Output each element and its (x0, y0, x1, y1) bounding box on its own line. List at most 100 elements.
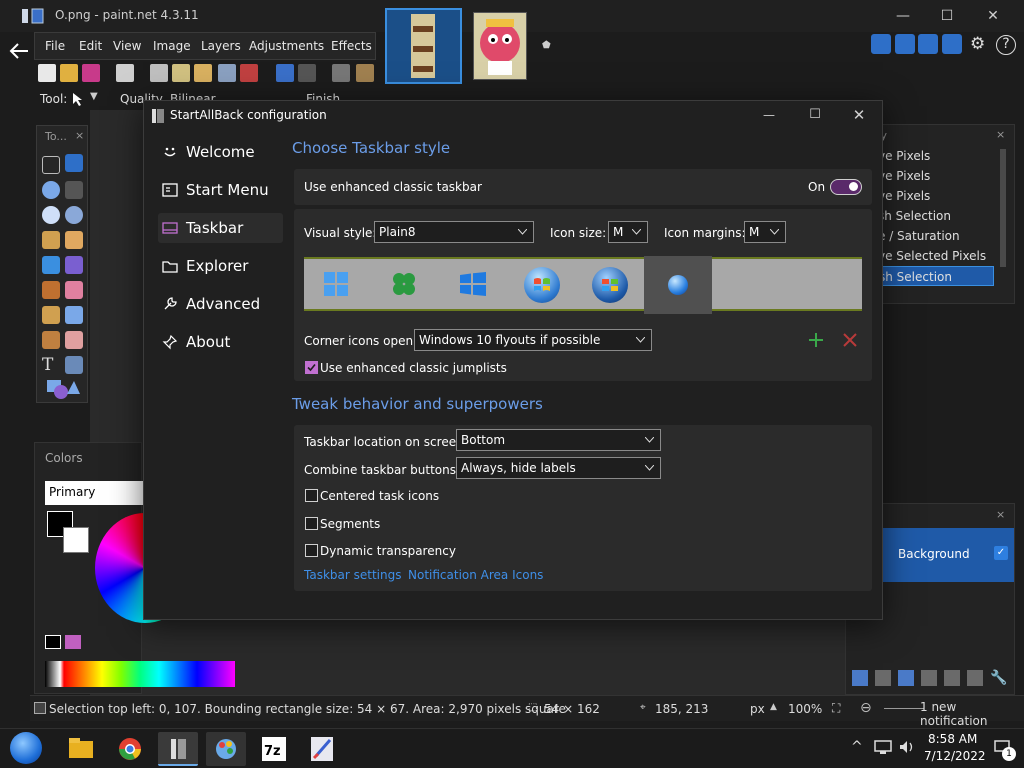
crop-icon[interactable] (218, 64, 236, 82)
help-icon[interactable]: ? (996, 35, 1016, 55)
layer-properties-icon[interactable]: 🔧 (990, 670, 1007, 686)
windows7-orb-icon[interactable] (524, 267, 560, 303)
nav-explorer[interactable]: Explorer (158, 251, 283, 281)
remove-orb-icon[interactable] (842, 332, 858, 348)
menu-adjustments[interactable]: Adjustments (249, 39, 324, 53)
layer-visible-checkbox[interactable]: ✓ (994, 546, 1008, 560)
grid-icon[interactable] (332, 64, 350, 82)
layers-window-icon[interactable] (918, 34, 938, 54)
chevron-down-icon[interactable]: ▼ (90, 91, 98, 102)
nav-taskbar-selected[interactable]: Taskbar (158, 213, 283, 243)
lasso-select-icon[interactable] (42, 181, 60, 199)
pin-icon[interactable]: ⬟ (542, 40, 551, 51)
back-arrow-icon[interactable] (8, 40, 34, 66)
rectangle-select-icon[interactable] (42, 156, 60, 174)
merge-layer-icon[interactable] (921, 670, 937, 686)
ruler-icon[interactable] (356, 64, 374, 82)
secondary-color-swatch[interactable] (63, 527, 89, 553)
zoom-level[interactable]: 100% (788, 702, 822, 716)
menu-effects[interactable]: Effects (331, 39, 372, 53)
recolor-icon[interactable] (65, 331, 83, 349)
dialog-minimize-button[interactable]: — (746, 103, 792, 127)
network-icon[interactable] (874, 739, 892, 755)
ellipse-select-icon[interactable] (42, 206, 60, 224)
primary-color-dropdown[interactable]: Primary (45, 481, 145, 505)
vista-orb-icon[interactable] (592, 267, 628, 303)
centered-icons-checkbox[interactable] (305, 489, 318, 502)
taskbar-location-dropdown[interactable]: Bottom (456, 429, 661, 451)
undo-icon[interactable] (276, 64, 294, 82)
save-icon[interactable] (82, 64, 100, 82)
gradient-icon[interactable] (65, 256, 83, 274)
chevron-up-icon[interactable]: ▲ (770, 702, 777, 712)
new-file-icon[interactable] (38, 64, 56, 82)
paste-icon[interactable] (194, 64, 212, 82)
move-selection-tool-icon[interactable] (70, 91, 90, 107)
icon-size-dropdown[interactable]: M (608, 221, 648, 243)
gear-icon[interactable]: ⚙ (970, 34, 990, 54)
palette-menu-icon[interactable] (65, 635, 81, 649)
icon-margins-dropdown[interactable]: M (744, 221, 786, 243)
startallback-taskbar-icon[interactable] (158, 732, 198, 766)
nav-about[interactable]: About (158, 327, 283, 357)
add-orb-icon[interactable] (808, 332, 824, 348)
clock-time[interactable]: 8:58 AM (928, 732, 977, 746)
dialog-maximize-button[interactable]: ☐ (792, 103, 838, 127)
history-window-icon[interactable] (895, 34, 915, 54)
unit-selector[interactable]: px (750, 702, 765, 716)
magic-wand-icon[interactable] (42, 231, 60, 249)
color-palette[interactable] (45, 661, 235, 687)
palette-icon[interactable] (45, 635, 61, 649)
minimize-button[interactable]: — (880, 4, 926, 28)
chevron-up-icon[interactable]: ^ (851, 739, 863, 755)
menu-layers[interactable]: Layers (201, 39, 241, 53)
taskbar-settings-link[interactable]: Taskbar settings (304, 568, 401, 582)
print-icon[interactable] (116, 64, 134, 82)
menu-image[interactable]: Image (153, 39, 191, 53)
redo-icon[interactable] (298, 64, 316, 82)
taskbar-style-preview[interactable] (304, 256, 862, 314)
move-selected-icon[interactable] (65, 154, 83, 172)
deselect-icon[interactable] (240, 64, 258, 82)
shapes-icon[interactable] (45, 378, 81, 400)
menu-edit[interactable]: Edit (79, 39, 102, 53)
colors-window-icon[interactable] (942, 34, 962, 54)
text-tool-icon[interactable]: T (42, 356, 60, 374)
clone-stamp-icon[interactable] (42, 331, 60, 349)
notification-area-icons-link[interactable]: Notification Area Icons (408, 568, 543, 582)
move-selection-icon[interactable] (65, 181, 83, 199)
eraser-icon[interactable] (65, 281, 83, 299)
tools-panel-close-icon[interactable]: × (75, 129, 84, 142)
chrome-icon[interactable] (110, 732, 150, 766)
paint-bucket-icon[interactable] (42, 256, 60, 274)
dialog-close-button[interactable]: ✕ (836, 103, 882, 127)
pencil-icon[interactable] (42, 306, 60, 324)
jumplists-checkbox[interactable] (305, 361, 318, 374)
open-folder-icon[interactable] (60, 64, 78, 82)
paintnet-taskbar-icon[interactable] (206, 732, 246, 766)
menu-view[interactable]: View (113, 39, 141, 53)
tools-window-icon[interactable] (871, 34, 891, 54)
duplicate-layer-icon[interactable] (898, 670, 914, 686)
close-button[interactable]: ✕ (970, 4, 1016, 28)
corner-icons-dropdown[interactable]: Windows 10 flyouts if possible (414, 329, 652, 351)
zoom-out-icon[interactable]: ⊖ (860, 700, 872, 716)
dynamic-transparency-checkbox[interactable] (305, 544, 318, 557)
line-curve-icon[interactable] (65, 356, 83, 374)
cut-icon[interactable] (150, 64, 168, 82)
move-layer-up-icon[interactable] (944, 670, 960, 686)
editor-icon[interactable] (302, 732, 342, 766)
color-picker-icon[interactable] (65, 306, 83, 324)
copy-icon[interactable] (172, 64, 190, 82)
delete-layer-icon[interactable] (875, 670, 891, 686)
image-tab-thumbnail[interactable] (473, 12, 527, 80)
custom-orb-selected[interactable] (644, 256, 712, 314)
windows8-clover-icon[interactable] (392, 272, 416, 296)
enhanced-taskbar-toggle[interactable] (830, 179, 862, 195)
windows11-logo-icon[interactable] (324, 272, 348, 296)
zoom-icon[interactable] (65, 206, 83, 224)
image-tab-thumbnail-active[interactable] (385, 8, 462, 84)
7zip-icon[interactable]: 7z (254, 732, 294, 766)
menu-file[interactable]: File (45, 39, 65, 53)
move-layer-down-icon[interactable] (967, 670, 983, 686)
